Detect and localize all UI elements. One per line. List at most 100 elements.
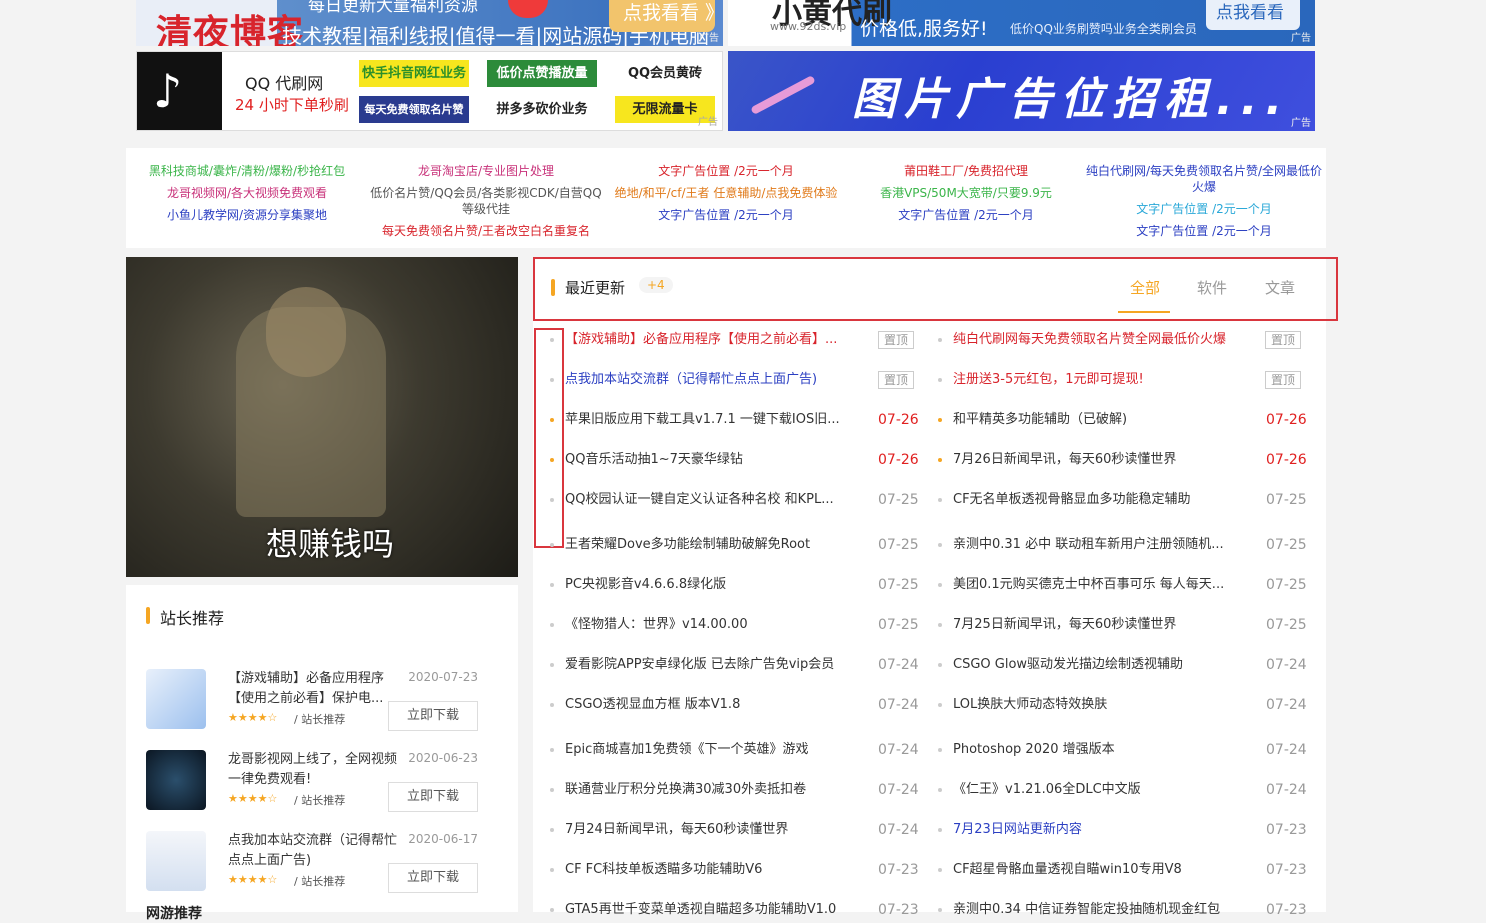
update-title-link[interactable]: 和平精英多功能辅助（已破解) xyxy=(953,410,1243,430)
update-title-link[interactable]: 美团0.1元购买德克士中杯百事可乐 每人每天... xyxy=(953,575,1243,595)
update-row[interactable]: 亲测中0.31 必中 联动租车新用户注册领随机... 07-25 xyxy=(533,535,1326,555)
item-title[interactable]: 龙哥影视网上线了，全网视频一律免费观看! xyxy=(228,750,404,790)
item-source: / 站长推荐 xyxy=(294,713,346,726)
update-title-link[interactable]: 亲测中0.34 中信证券智能定投抽随机现金红包 xyxy=(953,900,1243,920)
service-tag: 拼多多砍价业务 xyxy=(487,96,597,123)
update-date: 07-24 xyxy=(1266,742,1307,758)
update-row[interactable]: 7月26日新闻早讯，每天60秒读懂世界 07-26 xyxy=(533,450,1326,470)
update-title-link[interactable]: LOL换肤大师动态特效换肤 xyxy=(953,695,1243,715)
bullet-dot-icon xyxy=(938,418,942,422)
update-title-link[interactable]: 7月23日网站更新内容 xyxy=(953,820,1243,840)
bullet-dot-icon xyxy=(938,458,942,462)
update-title-link[interactable]: CF超星骨骼血量透视自瞄win10专用V8 xyxy=(953,860,1243,880)
text-link[interactable]: 每天免费领名片赞/王者改空白名重复名 xyxy=(366,220,606,242)
update-row[interactable]: 注册送3-5元红包，1元即可提现! 置顶 xyxy=(533,370,1326,390)
item-thumbnail[interactable] xyxy=(146,750,206,810)
update-row[interactable]: 和平精英多功能辅助（已破解) 07-26 xyxy=(533,410,1326,430)
banner-title: QQ 代刷网 xyxy=(245,74,324,93)
update-row[interactable]: Photoshop 2020 增强版本 07-24 xyxy=(533,740,1326,760)
banner-tagline: 价格低,服务好! xyxy=(860,18,988,40)
update-title-link[interactable]: 注册送3-5元红包，1元即可提现! xyxy=(953,370,1243,390)
update-date: 07-25 xyxy=(1266,492,1307,508)
item-title[interactable]: 【游戏辅助】必备应用程序【使用之前必看】保护电... xyxy=(228,669,404,709)
update-row[interactable]: LOL换肤大师动态特效换肤 07-24 xyxy=(533,695,1326,715)
update-title-link[interactable]: CSGO Glow驱动发光描边绘制透视辅助 xyxy=(953,655,1243,675)
banner-subtitle: 低价QQ业务刷赞吗业务全类刷会员 xyxy=(1010,22,1197,36)
update-title-link[interactable]: CF无名单板透视骨骼显血多功能稳定辅助 xyxy=(953,490,1243,510)
item-thumbnail[interactable] xyxy=(146,669,206,729)
item-source: / 站长推荐 xyxy=(294,794,346,807)
recommend-item[interactable]: 龙哥影视网上线了，全网视频一律免费观看! 2020-06-23 ★★★★☆ / … xyxy=(146,750,498,820)
ad-tag: 广告 xyxy=(1291,33,1311,44)
text-link[interactable]: 文字广告位置 /2元一个月 xyxy=(606,204,846,226)
text-link[interactable]: 绝地/和平/cf/王者 任意辅助/点我免费体验 xyxy=(606,182,846,204)
video-gif-panel[interactable]: 想赚钱吗 xyxy=(126,257,518,577)
text-link[interactable]: 小鱼儿教学网/资源分享集聚地 xyxy=(142,204,352,226)
tab-software[interactable]: 软件 xyxy=(1197,277,1227,298)
text-link[interactable]: 龙哥淘宝店/专业图片处理 xyxy=(366,160,606,182)
service-tag: QQ会员黄砖 xyxy=(615,60,715,87)
update-row[interactable]: 纯白代刷网每天免费领取名片赞全网最低价火爆 置顶 xyxy=(533,330,1326,350)
banner-cta-button[interactable]: 点我看看 》 xyxy=(609,0,723,32)
text-link[interactable]: 文字广告位置 /2元一个月 xyxy=(606,160,846,182)
update-title-link[interactable]: 7月26日新闻早讯，每天60秒读懂世界 xyxy=(953,450,1243,470)
bullet-dot-icon xyxy=(938,498,942,502)
qq-service-ad-banner[interactable]: ♪ QQ 代刷网 24 小时下单秒刷 快手抖音网红业务 低价点赞播放量 QQ会员… xyxy=(136,51,723,131)
download-button[interactable]: 立即下载 xyxy=(388,782,478,812)
bullet-dot-icon xyxy=(938,828,942,832)
text-link[interactable]: 莆田鞋工厂/免费招代理 xyxy=(846,160,1086,182)
music-note-icon: ♪ xyxy=(153,64,183,118)
count-badge: +4 xyxy=(639,277,673,293)
item-thumbnail[interactable] xyxy=(146,831,206,891)
update-row[interactable]: CF超星骨骼血量透视自瞄win10专用V8 07-23 xyxy=(533,860,1326,880)
text-link[interactable]: 纯白代刷网/每天免费领取名片赞/全网最低价火爆 xyxy=(1084,160,1324,198)
text-link[interactable]: 文字广告位置 /2元一个月 xyxy=(846,204,1086,226)
ad-rental-text: 图片广告位招租... xyxy=(852,74,1291,125)
update-row[interactable]: CSGO Glow驱动发光描边绘制透视辅助 07-24 xyxy=(533,655,1326,675)
update-title-link[interactable]: 《仁王》v1.21.06全DLC中文版 xyxy=(953,780,1243,800)
text-link[interactable]: 龙哥视频网/各大视频免费观看 xyxy=(142,182,352,204)
update-row[interactable]: 亲测中0.34 中信证券智能定投抽随机现金红包 07-23 xyxy=(533,900,1326,920)
download-button[interactable]: 立即下载 xyxy=(388,863,478,893)
update-row[interactable]: CF无名单板透视骨骼显血多功能稳定辅助 07-25 xyxy=(533,490,1326,510)
text-link[interactable]: 黑科技商城/囊炸/清粉/爆粉/秒抢红包 xyxy=(142,160,352,182)
section-title: 最近更新 xyxy=(565,279,626,297)
update-title-link[interactable]: 7月25日新闻早讯，每天60秒读懂世界 xyxy=(953,615,1243,635)
update-row[interactable]: 7月23日网站更新内容 07-23 xyxy=(533,820,1326,840)
item-date: 2020-06-17 xyxy=(408,832,478,846)
text-link[interactable]: 文字广告位置 /2元一个月 xyxy=(1084,220,1324,242)
recommend-item[interactable]: 【游戏辅助】必备应用程序【使用之前必看】保护电... 2020-07-23 ★★… xyxy=(146,669,498,739)
tab-all[interactable]: 全部 xyxy=(1130,277,1160,298)
section-title: 站长推荐 xyxy=(146,605,224,629)
bullet-dot-icon xyxy=(938,583,942,587)
item-source: / 站长推荐 xyxy=(294,875,346,888)
gem-icon xyxy=(508,0,548,18)
update-title-link[interactable]: 纯白代刷网每天免费领取名片赞全网最低价火爆 xyxy=(953,330,1243,350)
recommend-item[interactable]: 点我加本站交流群（记得帮忙点点上面广告) 2020-06-17 ★★★★☆ / … xyxy=(146,831,498,901)
update-date: 07-25 xyxy=(1266,577,1307,593)
updates-header: 最近更新 +4 全部 软件 文章 xyxy=(533,257,1338,321)
ad-tag: 广告 xyxy=(1291,118,1311,129)
banner-subtitle: 24 小时下单秒刷 xyxy=(235,96,349,114)
service-tag: 快手抖音网红业务 xyxy=(359,60,469,87)
update-row[interactable]: 美团0.1元购买德克士中杯百事可乐 每人每天... 07-25 xyxy=(533,575,1326,595)
update-row[interactable]: 《仁王》v1.21.06全DLC中文版 07-24 xyxy=(533,780,1326,800)
update-date: 07-24 xyxy=(1266,782,1307,798)
item-title[interactable]: 点我加本站交流群（记得帮忙点点上面广告) xyxy=(228,831,404,871)
update-title-link[interactable]: Photoshop 2020 增强版本 xyxy=(953,740,1243,760)
banner-cta-button[interactable]: 点我看看 xyxy=(1206,0,1300,30)
update-row[interactable]: 7月25日新闻早讯，每天60秒读懂世界 07-25 xyxy=(533,615,1326,635)
text-link[interactable]: 低价名片赞/QQ会员/各类影视CDK/自营QQ等级代挂 xyxy=(366,182,606,220)
blog-ad-banner[interactable]: 清夜博客 每日更新大量福利资源 技术教程|福利线报|值得一看|网站源码|手机电脑… xyxy=(136,0,723,46)
download-button[interactable]: 立即下载 xyxy=(388,701,478,731)
bullet-dot-icon xyxy=(938,703,942,707)
rating-stars: ★★★★☆ xyxy=(228,873,278,886)
tab-articles[interactable]: 文章 xyxy=(1265,277,1295,298)
image-ad-rental-banner[interactable]: 图片广告位招租... 广告 xyxy=(728,51,1315,131)
update-title-link[interactable]: 亲测中0.31 必中 联动租车新用户注册领随机... xyxy=(953,535,1243,555)
link-column: 龙哥淘宝店/专业图片处理 低价名片赞/QQ会员/各类影视CDK/自营QQ等级代挂… xyxy=(366,160,606,242)
shop-ad-banner[interactable]: 小黄代刷 www.92ds.vip 价格低,服务好! 低价QQ业务刷赞吗业务全类… xyxy=(728,0,1315,46)
link-column: 莆田鞋工厂/免费招代理 香港VPS/50M大宽带/只要9.9元 文字广告位置 /… xyxy=(846,160,1086,226)
text-link[interactable]: 文字广告位置 /2元一个月 xyxy=(1084,198,1324,220)
text-link[interactable]: 香港VPS/50M大宽带/只要9.9元 xyxy=(846,182,1086,204)
